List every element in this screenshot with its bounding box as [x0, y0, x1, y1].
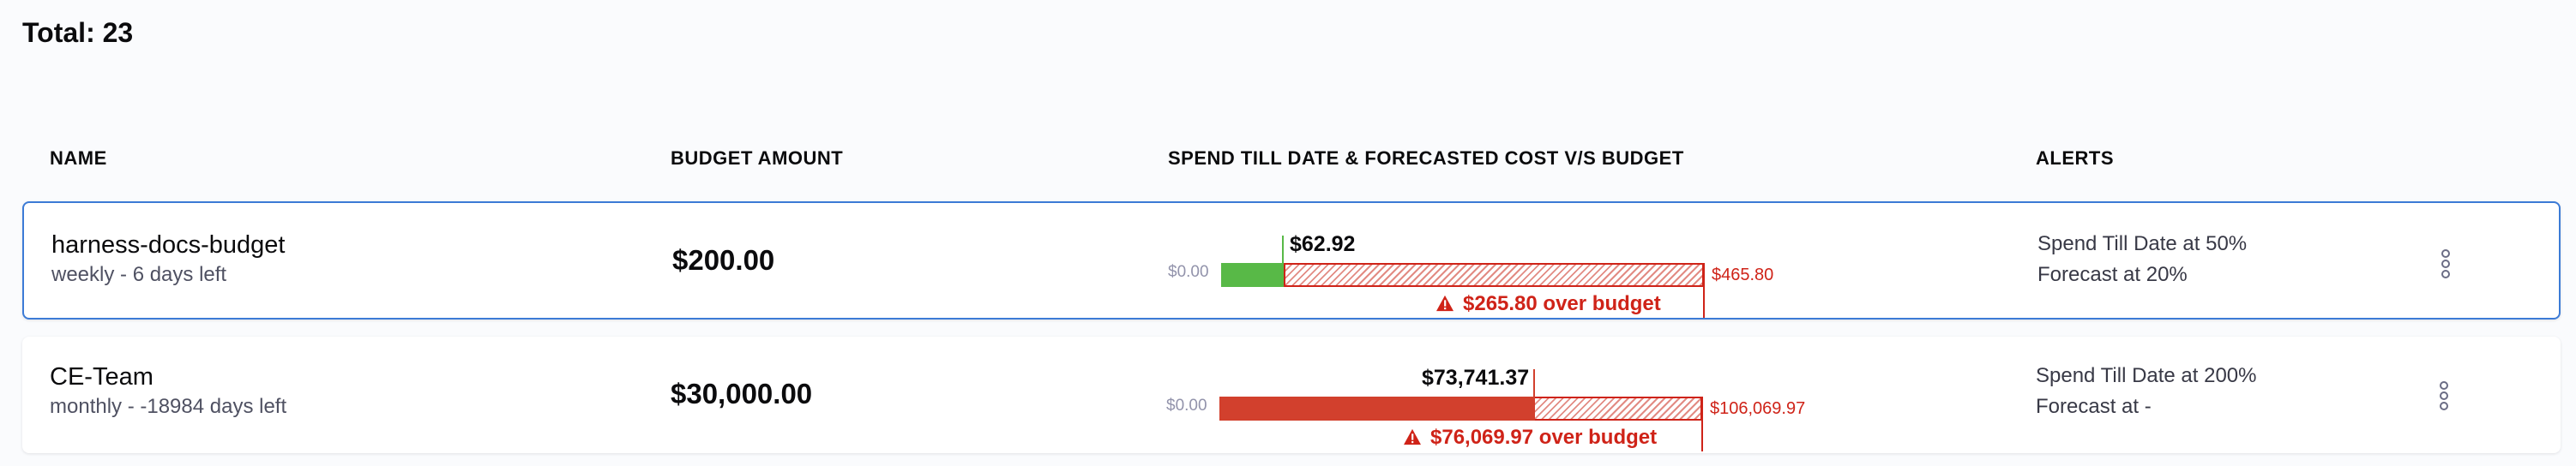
forecast-value-label: $106,069.97 [1710, 399, 1806, 418]
over-budget-label: $265.80 over budget [1435, 292, 1661, 316]
table-row[interactable]: harness-docs-budget weekly - 6 days left… [22, 201, 2561, 320]
zero-label: $0.00 [1166, 397, 1207, 415]
spend-value-label: $73,741.37 [1422, 366, 1530, 390]
budget-marker-line [1703, 263, 1705, 318]
forecast-overage-bar [1284, 263, 1704, 287]
spend-bar-chart: $0.00 $62.92 $465.80 $265.80 over budget [24, 203, 2562, 318]
warning-icon [1404, 428, 1421, 445]
more-options-icon[interactable] [2441, 248, 2451, 280]
total-count: Total: 23 [22, 17, 134, 48]
column-header-spend: SPEND TILL DATE & FORECASTED COST V/S BU… [1168, 147, 1684, 169]
budget-marker-line [1701, 397, 1703, 451]
spend-bar-chart: $0.00 $73,741.37 $106,069.97 $76,069.97 … [22, 337, 2561, 453]
alert-forecast: Forecast at 20% [2037, 263, 2188, 286]
alert-spend: Spend Till Date at 50% [2037, 232, 2248, 255]
spend-value-label: $62.92 [1290, 232, 1356, 256]
column-header-name[interactable]: NAME [50, 147, 107, 170]
table-header: NAME BUDGET AMOUNT SPEND TILL DATE & FOR… [0, 147, 2576, 173]
spend-bar [1221, 263, 1283, 287]
column-header-alerts: ALERTS [2036, 147, 2114, 169]
more-options-icon[interactable] [2439, 379, 2449, 412]
spend-bar [1219, 397, 1533, 421]
forecast-value-label: $465.80 [1712, 266, 1774, 284]
over-budget-label: $76,069.97 over budget [1403, 426, 1657, 450]
over-budget-text: $265.80 over budget [1463, 292, 1661, 315]
column-header-budget-amount[interactable]: BUDGET AMOUNT [671, 147, 843, 170]
warning-icon [1436, 295, 1454, 312]
table-row[interactable]: CE-Team monthly - -18984 days left $30,0… [22, 337, 2561, 453]
alert-spend: Spend Till Date at 200% [2036, 364, 2257, 387]
alert-forecast: Forecast at - [2036, 395, 2152, 418]
over-budget-text: $76,069.97 over budget [1430, 426, 1658, 449]
forecast-overage-bar [1535, 397, 1702, 421]
zero-label: $0.00 [1168, 263, 1209, 281]
